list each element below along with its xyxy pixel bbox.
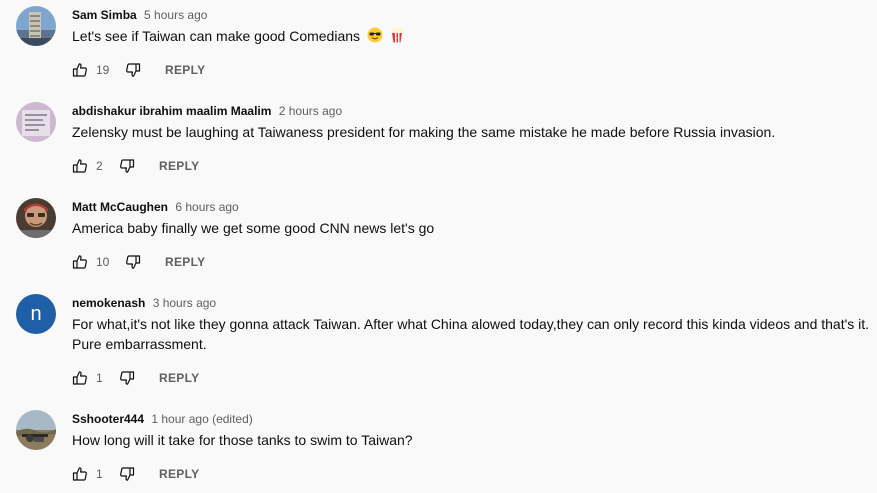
thumbs-down-icon[interactable] xyxy=(125,254,141,270)
document-photo-avatar xyxy=(16,102,56,142)
comment-thread: abdishakur ibrahim maalim Maalim 2 hours… xyxy=(0,102,877,182)
thumbs-up-icon[interactable] xyxy=(72,254,88,270)
reply-button[interactable]: REPLY xyxy=(159,156,199,176)
landscape-photo-avatar xyxy=(16,410,56,450)
author-avatar[interactable] xyxy=(16,198,56,238)
comment-time[interactable]: 2 hours ago xyxy=(279,104,342,118)
comment-text: Let's see if Taiwan can make good Comedi… xyxy=(72,26,872,48)
comment-time[interactable]: 1 hour ago (edited) xyxy=(151,412,252,426)
comment-header: Sshooter444 1 hour ago (edited) xyxy=(72,411,253,427)
reply-button[interactable]: REPLY xyxy=(165,252,205,272)
like-count: 1 xyxy=(96,467,103,481)
comment-thread: n nemokenash 3 hours ago For what,it's n… xyxy=(0,294,877,394)
author-avatar[interactable] xyxy=(16,6,56,46)
comment-time[interactable]: 3 hours ago xyxy=(153,296,216,310)
person-photo-avatar xyxy=(16,198,56,238)
like-count: 2 xyxy=(96,159,103,173)
popcorn-icon xyxy=(390,27,404,48)
comments-section: Sam Simba 5 hours ago Let's see if Taiwa… xyxy=(0,0,877,493)
comment-header: nemokenash 3 hours ago xyxy=(72,295,216,311)
thumbs-up-icon[interactable] xyxy=(72,466,88,482)
like-count: 1 xyxy=(96,371,103,385)
thumbs-down-icon[interactable] xyxy=(119,466,135,482)
comment-text-content: Let's see if Taiwan can make good Comedi… xyxy=(72,28,361,44)
author-name[interactable]: Sshooter444 xyxy=(72,412,144,426)
smiling-face-with-sunglasses-icon xyxy=(367,27,383,48)
reply-button[interactable]: REPLY xyxy=(159,464,199,484)
avatar-letter: n xyxy=(30,303,42,325)
comment-thread: Sam Simba 5 hours ago Let's see if Taiwa… xyxy=(0,6,877,86)
thumbs-down-icon[interactable] xyxy=(125,62,141,78)
author-avatar[interactable] xyxy=(16,410,56,450)
comment-thread: Matt McCaughen 6 hours ago America baby … xyxy=(0,198,877,278)
author-avatar[interactable]: n xyxy=(16,294,56,334)
comment-time[interactable]: 5 hours ago xyxy=(144,8,207,22)
thumbs-down-icon[interactable] xyxy=(119,370,135,386)
comment-text: For what,it's not like they gonna attack… xyxy=(72,316,870,352)
thumbs-up-icon[interactable] xyxy=(72,158,88,174)
thumbs-up-icon[interactable] xyxy=(72,62,88,78)
comment-time[interactable]: 6 hours ago xyxy=(175,200,238,214)
reply-button[interactable]: REPLY xyxy=(159,368,199,388)
comment-header: Sam Simba 5 hours ago xyxy=(72,7,207,23)
comment-text: Zelensky must be laughing at Taiwaness p… xyxy=(72,124,776,140)
author-name[interactable]: abdishakur ibrahim maalim Maalim xyxy=(72,104,271,118)
author-name[interactable]: Sam Simba xyxy=(72,8,137,22)
comment-header: Matt McCaughen 6 hours ago xyxy=(72,199,239,215)
author-name[interactable]: Matt McCaughen xyxy=(72,200,168,214)
author-name[interactable]: nemokenash xyxy=(72,296,145,310)
tower-photo-avatar xyxy=(16,6,56,46)
comment-text: How long will it take for those tanks to… xyxy=(72,432,413,448)
comment-header: abdishakur ibrahim maalim Maalim 2 hours… xyxy=(72,103,342,119)
author-avatar[interactable] xyxy=(16,102,56,142)
thumbs-up-icon[interactable] xyxy=(72,370,88,386)
like-count: 19 xyxy=(96,63,110,77)
comment-text: America baby finally we get some good CN… xyxy=(72,220,435,236)
reply-button[interactable]: REPLY xyxy=(165,60,205,80)
comment-thread: Sshooter444 1 hour ago (edited) How long… xyxy=(0,410,877,490)
thumbs-down-icon[interactable] xyxy=(119,158,135,174)
like-count: 10 xyxy=(96,255,110,269)
